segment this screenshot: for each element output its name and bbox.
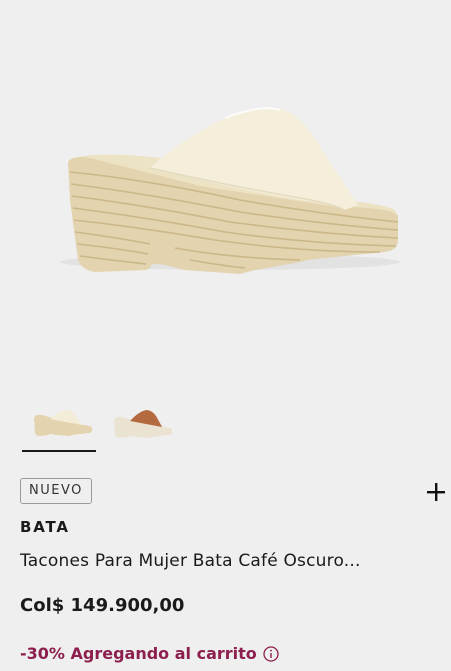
brand-name: BATA [20,518,70,536]
info-icon[interactable] [263,645,279,662]
product-price: Col$ 149.900,00 [20,595,185,616]
shoe-main-image [60,107,400,274]
shoe-thumbnail-icon [114,410,172,438]
promo-banner: -30% Agregando al carrito [20,644,279,663]
selected-thumbnail-indicator [22,450,96,452]
promo-text: -30% Agregando al carrito [20,644,257,663]
add-to-cart-button[interactable] [422,478,450,506]
thumbnail-cream[interactable] [26,398,98,450]
product-image[interactable] [0,0,451,400]
shoe-thumbnail-icon [34,410,92,436]
product-title[interactable]: Tacones Para Mujer Bata Café Oscuro... [20,551,440,571]
new-badge: NUEVO [20,478,92,504]
plus-icon [427,483,445,501]
thumbnail-strip [0,398,451,458]
thumbnail-brown[interactable] [106,398,178,450]
